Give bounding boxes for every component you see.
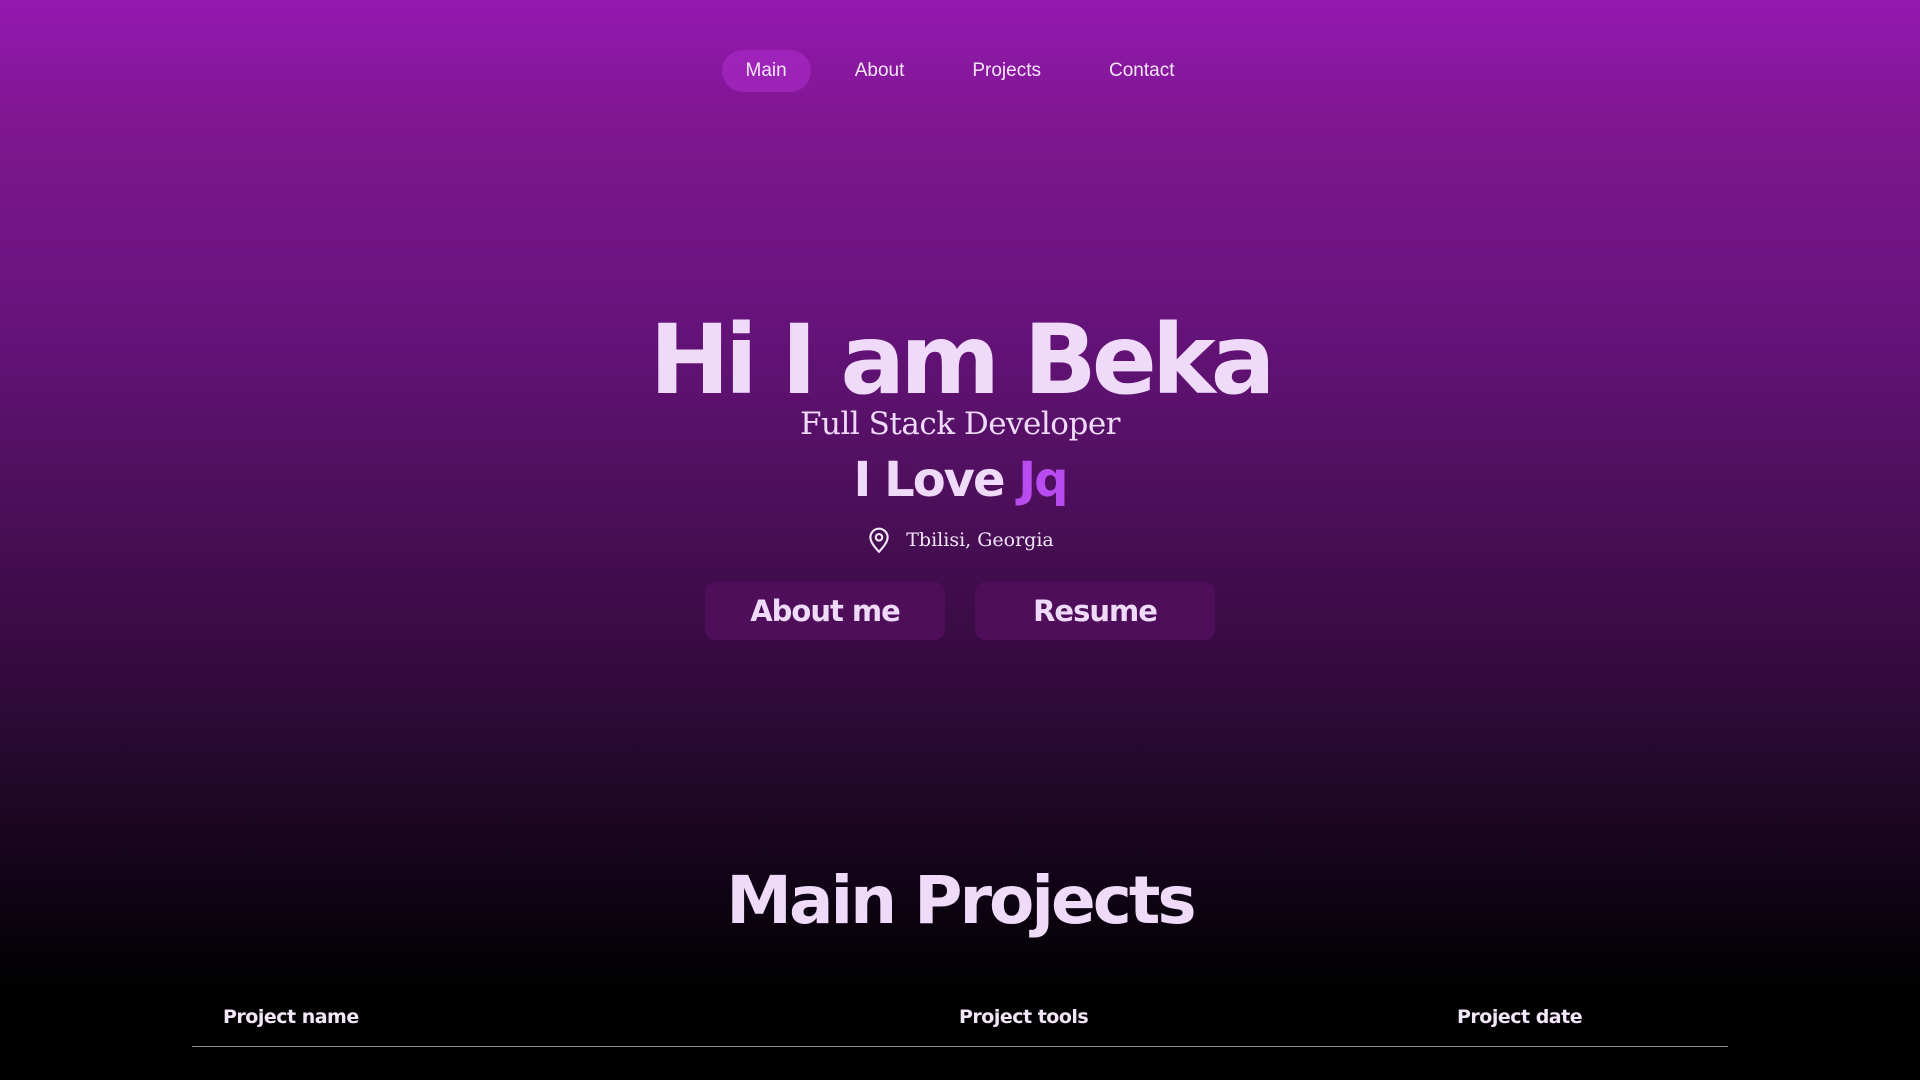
nav-item-main[interactable]: Main [721,50,811,92]
location-text: Tbilisi, Georgia [906,529,1054,551]
column-header-project-date[interactable]: Project date [1457,1006,1583,1028]
hero-subtitle: Full Stack Developer [800,406,1120,442]
nav-item-projects[interactable]: Projects [948,50,1065,92]
hero-title: Hi I am Beka [649,304,1276,416]
nav-item-about[interactable]: About [831,50,929,92]
about-me-button[interactable]: About me [705,582,945,640]
resume-button[interactable]: Resume [975,582,1215,640]
hero-section: Hi I am Beka Full Stack Developer I Love… [0,310,1920,640]
projects-title: Main Projects [726,862,1196,939]
hero-love-prefix: I Love [853,452,1006,508]
hero-love-highlight: Jq [1018,452,1068,508]
hero-buttons: About me Resume [0,582,1920,640]
nav-item-contact[interactable]: Contact [1085,50,1198,92]
map-pin-icon [866,526,892,554]
column-header-project-tools[interactable]: Project tools [959,1006,1089,1028]
projects-table-header: Project name Project tools Project date [192,1003,1728,1047]
location: Tbilisi, Georgia [0,526,1920,554]
top-nav: Main About Projects Contact [0,50,1920,92]
hero-love-line: I Love Jq [0,452,1920,508]
column-header-project-name[interactable]: Project name [223,1006,359,1028]
